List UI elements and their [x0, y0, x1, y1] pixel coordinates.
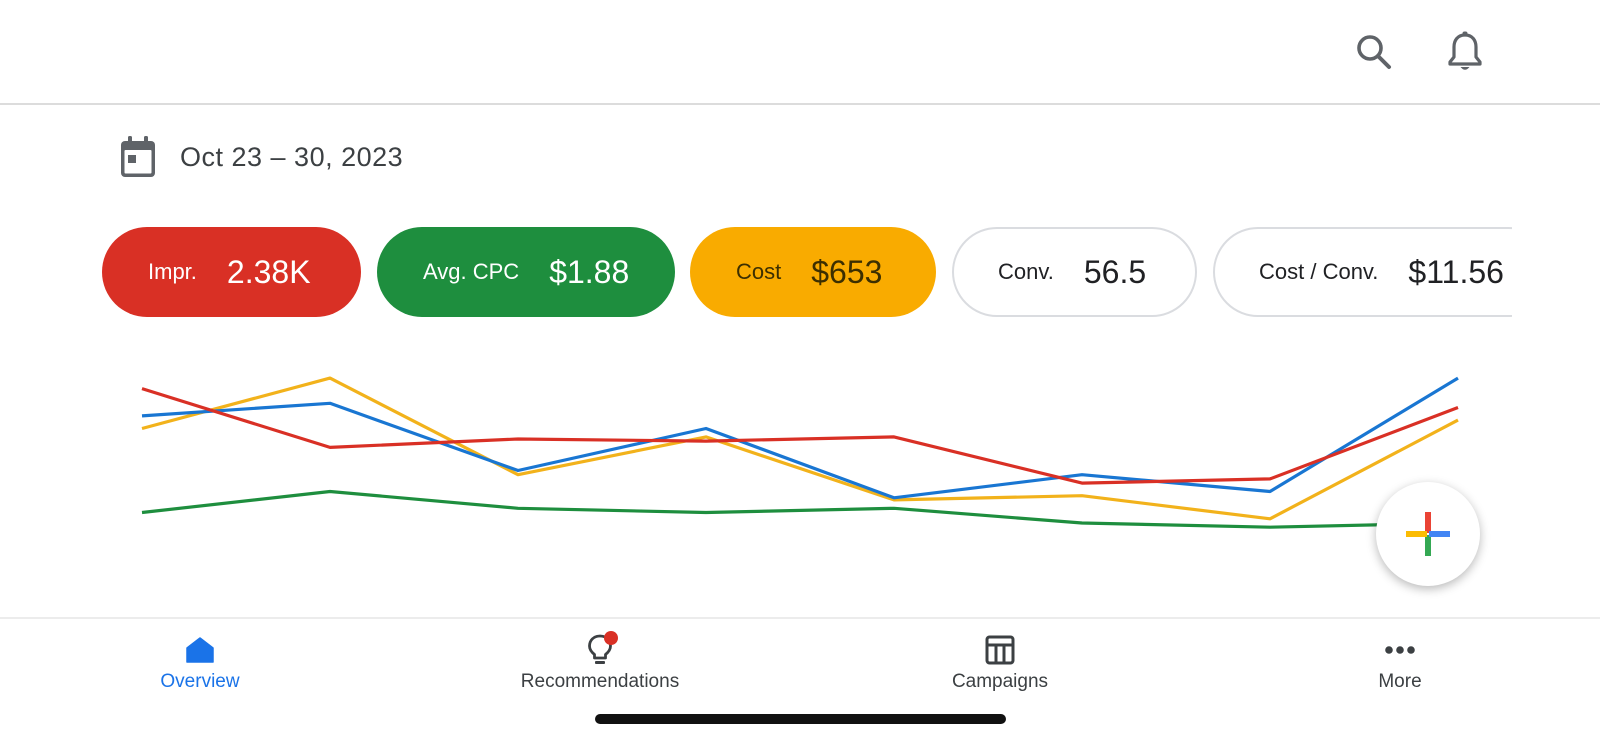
metric-label: Cost / Conv. [1259, 259, 1379, 284]
metric-value: 2.38K [226, 253, 311, 290]
metric-value: $11.56 [1408, 253, 1504, 290]
metric-chip-conversions[interactable]: Conv. 56.5 [952, 227, 1197, 317]
metric-chips: Impr. 2.38K Avg. CPC $1.88 Cost $653 Con… [0, 227, 1512, 319]
create-fab[interactable] [1376, 482, 1480, 586]
date-range-label: Oct 23 – 30, 2023 [180, 141, 404, 172]
date-range-selector[interactable]: Oct 23 – 30, 2023 [118, 132, 403, 182]
nav-label: Recommendations [520, 671, 680, 692]
notification-badge [604, 631, 618, 645]
table-icon [985, 635, 1015, 665]
nav-item-more[interactable]: More [1280, 633, 1520, 693]
metric-label: Conv. [998, 259, 1054, 284]
search-button[interactable] [1346, 24, 1402, 80]
bell-icon [1448, 31, 1482, 70]
home-indicator [595, 714, 1006, 724]
plus-icon [1406, 512, 1450, 556]
metric-value: 56.5 [1083, 253, 1147, 290]
nav-label: More [1378, 671, 1422, 692]
top-app-bar [0, 0, 1600, 105]
metric-value: $653 [811, 253, 883, 290]
series-line-3 [141, 489, 1459, 529]
nav-item-overview[interactable]: Overview [80, 633, 320, 693]
more-horizontal-icon [1385, 646, 1415, 654]
metric-chip-avg-cpc[interactable]: Avg. CPC $1.88 [377, 227, 675, 317]
nav-item-recommendations[interactable]: Recommendations [480, 631, 720, 693]
nav-item-campaigns[interactable]: Campaigns [880, 633, 1120, 693]
metric-value: $1.88 [549, 253, 630, 290]
metric-label: Cost [736, 259, 782, 284]
performance-line-chart [141, 376, 1459, 529]
metric-chip-cost-per-conversion[interactable]: Cost / Conv. $11.56 [1213, 227, 1512, 317]
metric-chip-impressions[interactable]: Impr. 2.38K [102, 227, 361, 317]
home-icon [186, 637, 214, 663]
performance-chart [0, 340, 1600, 620]
nav-label: Overview [160, 671, 240, 692]
calendar-icon [121, 136, 155, 177]
metric-label: Impr. [148, 259, 197, 284]
metric-label: Avg. CPC [423, 259, 520, 284]
metric-chip-cost[interactable]: Cost $653 [690, 227, 936, 317]
notifications-button[interactable] [1437, 24, 1493, 80]
nav-label: Campaigns [951, 671, 1049, 692]
search-icon [1357, 35, 1391, 69]
